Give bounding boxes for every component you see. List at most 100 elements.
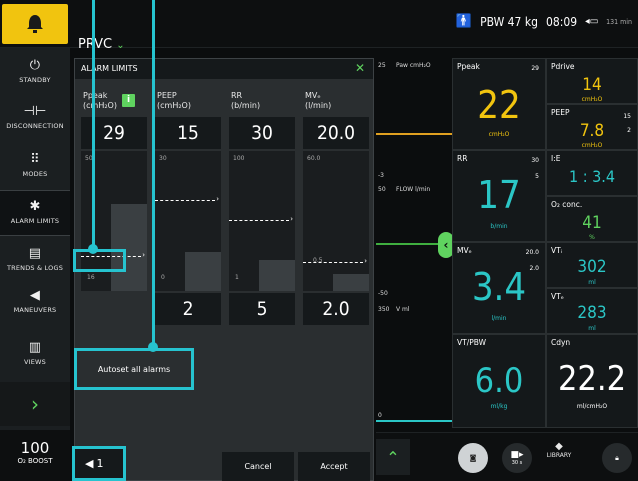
trends-icon: ▤: [28, 246, 42, 261]
column-name: RR: [231, 91, 243, 100]
info-icon[interactable]: i: [122, 94, 135, 107]
accept-button[interactable]: Accept: [298, 452, 370, 481]
tile-vti[interactable]: VTᵢ 302 ml: [546, 242, 638, 288]
measured-value-bar: [185, 252, 221, 291]
disconnect-icon: ⊣⊢: [23, 104, 47, 119]
lower-limit-field[interactable]: 2.0: [303, 293, 369, 325]
upper-limit-field[interactable]: 20.0: [303, 117, 369, 149]
current-value-marker: ›: [229, 215, 293, 228]
limit-column: MVₑ (l/min) 20.0 60.0 › 0.5 2.0: [303, 59, 373, 359]
sidebar-item-standby[interactable]: ⏻ STANDBY: [0, 58, 70, 84]
library-button[interactable]: ◆ LIBRARY: [536, 441, 582, 475]
volume-level: 1: [96, 457, 104, 470]
chevron-right-icon[interactable]: ›: [0, 382, 70, 426]
upper-limit-field[interactable]: 29: [81, 117, 147, 149]
speaker-icon: ◀: [85, 457, 94, 470]
ppeak-value: 22: [477, 83, 521, 127]
vol-label: V ml: [396, 306, 410, 313]
scale-top-label: 30: [159, 155, 167, 162]
upper-limit-field[interactable]: 15: [155, 117, 221, 149]
scale-top-label: 100: [233, 155, 245, 162]
status-area: 🚹 PBW 47 kg 08:09 ◂▭ 131 min: [456, 14, 632, 29]
callout-dot: [148, 342, 158, 352]
column-name: Ppeak: [83, 91, 108, 100]
measured-value-bar: [333, 274, 369, 291]
arrow-right-icon: ›: [290, 215, 293, 223]
measured-value-bar: [259, 260, 295, 291]
alarm-bell-button[interactable]: [2, 4, 68, 44]
scale-bottom-label: 1: [235, 274, 239, 281]
cancel-button[interactable]: Cancel: [222, 452, 294, 481]
tile-cdyn[interactable]: Cdyn 22.2 ml/cmH₂O: [546, 334, 638, 428]
views-icon: ▥: [28, 340, 42, 355]
lower-limit-field[interactable]: 2: [155, 293, 221, 325]
sidebar-item-maneuvers[interactable]: ◀ MANEUVERS: [0, 288, 70, 314]
tile-pdrive[interactable]: Pdrive 14 cmH₂O: [546, 58, 638, 104]
sidebar-item-modes[interactable]: ⠿ MODES: [0, 152, 70, 178]
tile-vt-pbw[interactable]: VT/PBW 6.0 ml/kg: [452, 334, 546, 428]
sidebar-item-alarm-limits[interactable]: ✱ ALARM LIMITS: [0, 190, 70, 236]
lower-limit-field[interactable]: 5: [229, 293, 295, 325]
bottom-bar: ⌃ ◙ ■▸ 30 s ◆ LIBRARY 🔒︎: [376, 432, 638, 481]
column-name: PEEP: [157, 91, 177, 100]
bell-icon: [27, 15, 43, 33]
clock-time: 08:09: [545, 14, 578, 29]
sidebar-item-views[interactable]: ▥ VIEWS: [0, 340, 70, 366]
limit-bar-track[interactable]: [303, 151, 369, 291]
arrow-right-icon: ›: [142, 251, 145, 259]
upper-limit-field[interactable]: 30: [229, 117, 295, 149]
vol-scale-top: 350: [378, 306, 390, 313]
tile-mve[interactable]: MVₑ 20.0 2.0 3.4 l/min: [452, 242, 546, 334]
tile-peep[interactable]: PEEP 15 2 7.8 cmH₂O: [546, 104, 638, 150]
tile-ppeak[interactable]: Ppeak 29 22 cmH₂O: [452, 58, 546, 150]
maneuver-icon: ◀: [29, 288, 41, 303]
boost-label: O₂ BOOST: [17, 457, 53, 465]
callout-line: [152, 0, 155, 346]
tile-o2-conc[interactable]: O₂ conc. 41 %: [546, 196, 638, 242]
column-unit: (cmH₂O): [157, 101, 191, 110]
marker-value: 0.5: [313, 257, 323, 264]
chevron-down-icon: ⌄: [116, 40, 125, 51]
scale-bottom-label: 0: [161, 274, 165, 281]
mode-name: PRVC: [78, 37, 113, 52]
battery-icon: ◂▭: [585, 16, 599, 27]
flow-scale-bottom: -50: [378, 290, 388, 297]
camera-icon[interactable]: ◙: [458, 443, 488, 473]
scale-top-label: 60.0: [307, 155, 321, 162]
column-unit: (b/min): [231, 101, 261, 110]
sidebar-item-trends-logs[interactable]: ▤ TRENDS & LOGS: [0, 246, 70, 272]
power-icon: ⏻: [29, 58, 41, 73]
battery-remaining: 131 min: [606, 17, 632, 26]
o2-boost-button[interactable]: 100 O₂ BOOST: [0, 430, 70, 481]
bell-limits-icon: ✱: [29, 199, 41, 214]
column-name: MVₑ: [305, 91, 321, 100]
paw-trace: [376, 133, 452, 135]
tile-ie[interactable]: I:E 1 : 3.4: [546, 150, 638, 196]
callout-line: [92, 0, 95, 248]
lock-icon[interactable]: 🔒︎: [602, 443, 632, 473]
video-timer-button[interactable]: ■▸ 30 s: [502, 443, 532, 473]
current-value-marker: › 0.5: [303, 257, 367, 270]
mode-selector[interactable]: PRVC ⌄: [78, 37, 125, 52]
pbw-value: PBW 47 kg: [480, 14, 538, 29]
current-value-marker: ›: [155, 195, 219, 208]
vol-trace: [376, 420, 452, 422]
sidebar-item-disconnection[interactable]: ⊣⊢ DISCONNECTION: [0, 104, 70, 130]
tile-rr[interactable]: RR 30 5 17 b/min: [452, 150, 546, 242]
scale-bottom-label: 16: [87, 274, 95, 281]
person-icon: 🚹: [455, 14, 473, 29]
column-unit: (l/min): [305, 101, 332, 110]
tile-vte[interactable]: VTₑ 283 ml: [546, 288, 638, 334]
limit-column: PEEP (cmH₂O) 15 30 0 › 2: [155, 59, 225, 359]
paw-label: Paw cmH₂O: [396, 62, 431, 69]
boost-value: 100: [20, 439, 50, 457]
autoset-all-alarms-button[interactable]: Autoset all alarms: [74, 348, 194, 390]
alarm-volume-button[interactable]: ◀ 1: [72, 446, 126, 481]
paw-scale-bottom: -3: [378, 172, 384, 179]
flow-scale-top: 50: [378, 186, 386, 193]
paw-scale-top: 25: [378, 62, 386, 69]
limit-marker-highlight: [73, 249, 126, 272]
video-icon: ■▸: [510, 450, 524, 460]
column-unit: (cmH₂O): [83, 101, 117, 110]
chevron-up-icon[interactable]: ⌃: [376, 439, 410, 475]
